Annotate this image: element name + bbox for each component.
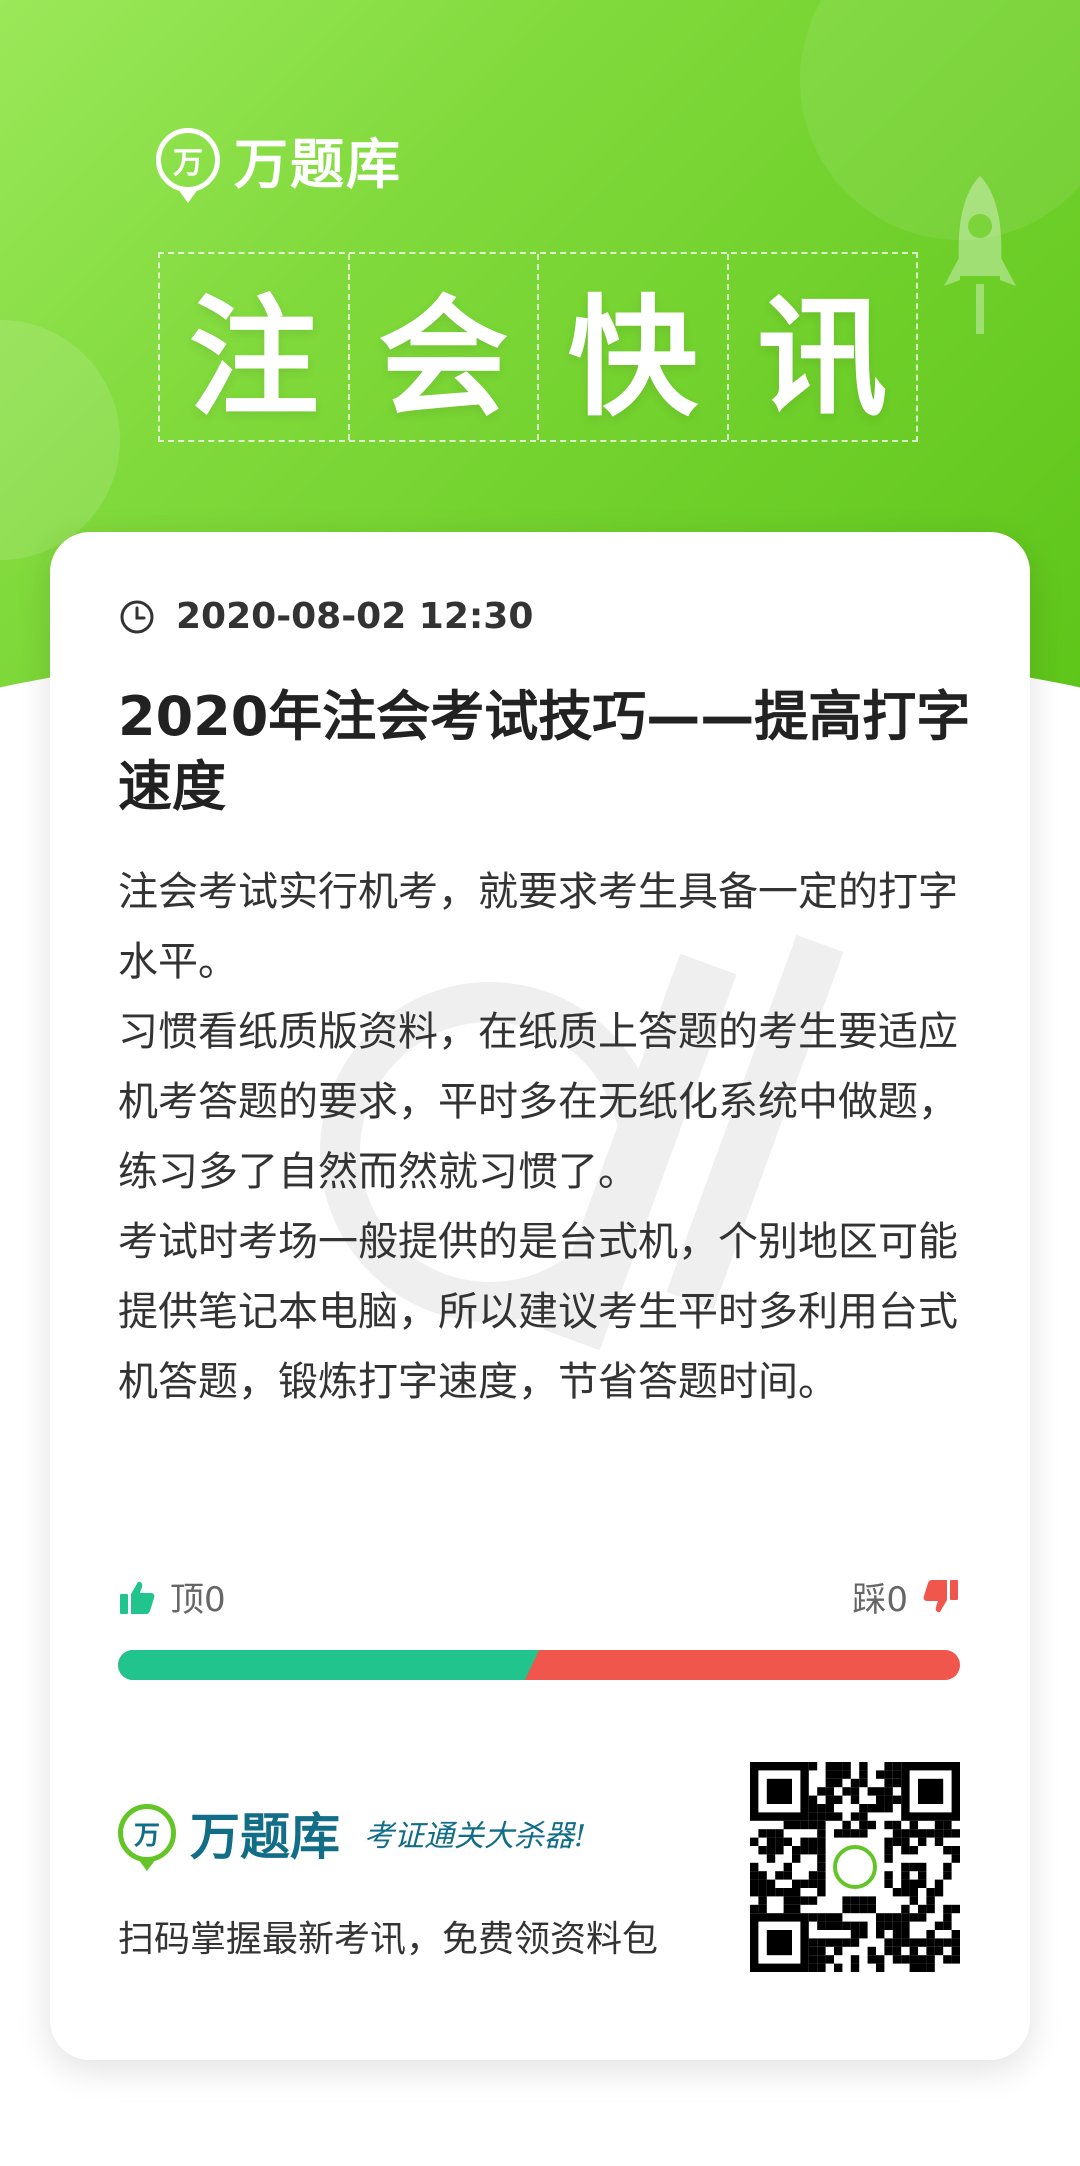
logo-text: 万题库: [234, 133, 402, 196]
footer-cta: 扫码掌握最新考讯，免费领资料包: [118, 1919, 659, 1960]
article-paragraph: 注会考试实行机考，就要求考生具备一定的打字水平。: [118, 869, 958, 985]
article-body: 注会考试实行机考，就要求考生具备一定的打字水平。 习惯看纸质版资料，在纸质上答题…: [118, 857, 978, 1417]
thumbs-up-icon: [120, 1581, 155, 1614]
vote-ratio-up: [118, 1650, 539, 1680]
upvote-button[interactable]: 顶0: [118, 1572, 226, 1621]
vote-row: 顶0 踩0: [118, 1572, 960, 1622]
article-time: 2020-08-02 12:30: [118, 596, 533, 637]
clock-icon: [120, 600, 154, 633]
hero-logo: 万 万题库: [156, 120, 402, 203]
thumbs-down-icon: [923, 1579, 958, 1612]
logo-badge: 万: [156, 127, 220, 203]
article-title: 2020年注会考试技巧——提高打字速度: [118, 685, 971, 818]
upvote-count: 顶0: [170, 1580, 226, 1620]
article-paragraph: 考试时考场一般提供的是台式机，个别地区可能提供笔记本电脑，所以建议考生平时多利用…: [118, 1219, 958, 1405]
decor-bubble: [0, 320, 120, 560]
hero-title: 注 会 快 讯: [158, 252, 918, 442]
hero-title-char: 会: [350, 254, 539, 440]
footer-logo: 万 万题库 考证通关大杀器!: [118, 1797, 587, 1871]
hero-title-char: 讯: [757, 282, 888, 434]
downvote-button[interactable]: 踩0: [852, 1572, 960, 1621]
vote-ratio-bar: [118, 1650, 960, 1680]
downvote-count: 踩0: [852, 1580, 908, 1620]
footer-brand: 万题库: [190, 1808, 340, 1866]
footer-logo-badge: 万: [118, 1804, 176, 1871]
footer-slogan: 考证通关大杀器!: [364, 1819, 587, 1854]
hero-title-char: 快: [539, 254, 729, 440]
rocket-icon: [944, 176, 1016, 334]
qr-code[interactable]: [750, 1762, 960, 1972]
article-timestamp: 2020-08-02 12:30: [176, 596, 534, 637]
article-paragraph: 习惯看纸质版资料，在纸质上答题的考生要适应机考答题的要求，平时多在无纸化系统中做…: [118, 1009, 958, 1195]
hero-title-char: 注: [160, 254, 350, 440]
article-card: 2020-08-02 12:30 2020年注会考试技巧——提高打字速度 注会考…: [50, 532, 1030, 2060]
